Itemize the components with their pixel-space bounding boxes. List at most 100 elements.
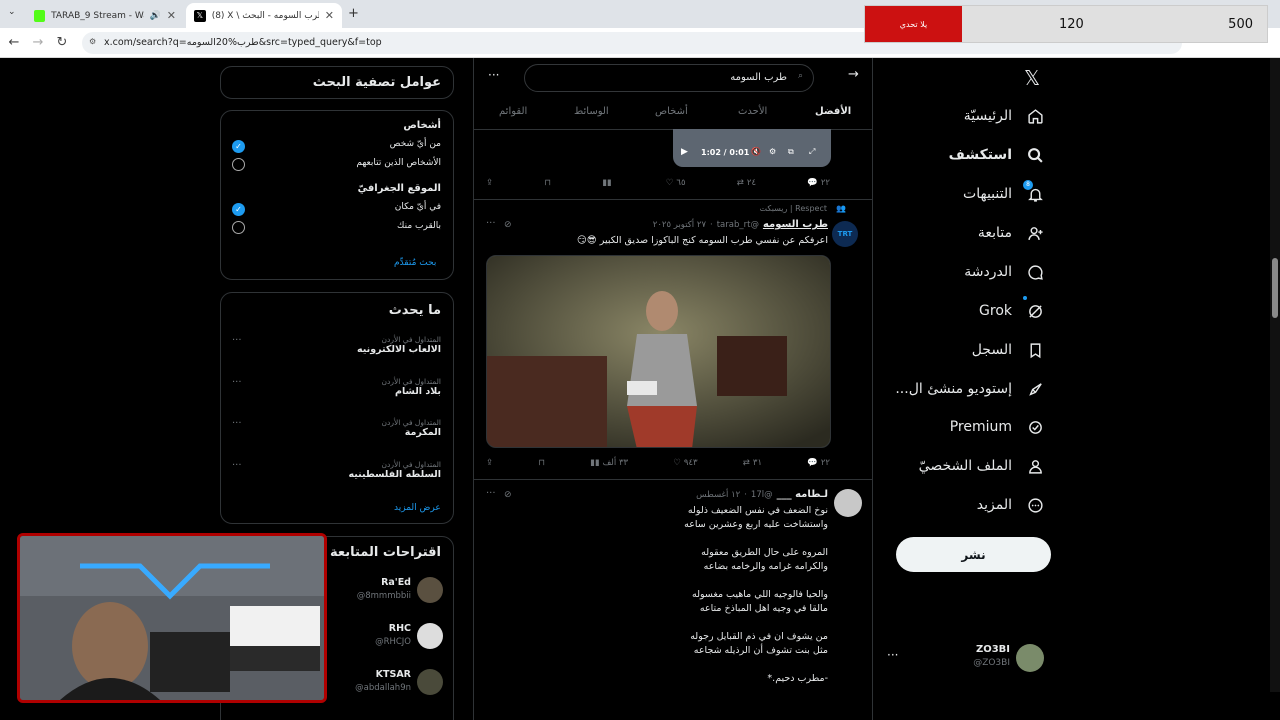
- tweet-image[interactable]: [486, 255, 831, 448]
- line: واستشاخت عليه اربع وعشرين ساعه: [684, 519, 828, 530]
- more-dots-icon[interactable]: ···: [486, 218, 496, 229]
- nav-bookmarks[interactable]: السجل: [972, 335, 1044, 365]
- more-options-icon[interactable]: ···: [488, 68, 499, 82]
- tweet-date: ١٢ أغسطس: [696, 489, 741, 500]
- advanced-search-link[interactable]: بحث مُتقدِّم: [394, 258, 436, 268]
- option-label[interactable]: الأشخاص الذين تتابعهم: [356, 158, 441, 168]
- more-dots-icon[interactable]: ···: [486, 488, 496, 499]
- radio-checked-icon[interactable]: ✓: [232, 203, 245, 216]
- nav-explore[interactable]: استكشف: [949, 140, 1044, 170]
- trend-item[interactable]: المتداول في الأردن الالعاب الالكترونيه: [357, 335, 441, 355]
- close-icon[interactable]: ✕: [325, 9, 334, 22]
- account-switcher[interactable]: ··· ZO3BI @ZO3BI: [884, 640, 1054, 676]
- more-dots-icon[interactable]: ···: [232, 335, 242, 346]
- tab-list-chevron-icon[interactable]: ⌄: [8, 7, 16, 17]
- nav-premium[interactable]: Premium: [950, 412, 1044, 442]
- tab-lists[interactable]: القوائم: [499, 106, 527, 117]
- back-icon[interactable]: ←: [6, 35, 22, 50]
- share-icon[interactable]: ⇪: [486, 178, 493, 188]
- line: مالقا في وجيه اهل المباذخ متاعه: [699, 603, 828, 614]
- tab-tarab-stream[interactable]: TARAB_9 Stream - Watch Li 🔊 ✕: [26, 3, 184, 28]
- grok-icon[interactable]: ⊘: [504, 220, 512, 230]
- tab-x-search[interactable]: 𝕏 (8) X \ طرب السومه - البحث ✕: [186, 3, 342, 28]
- option-label[interactable]: في أيّ مكان: [395, 202, 441, 212]
- rocket-icon: [1026, 380, 1044, 398]
- share-icon[interactable]: ⇪: [486, 458, 493, 468]
- nav-notifications[interactable]: 8 التنبيهات: [963, 179, 1044, 209]
- nav-grok[interactable]: Grok: [979, 296, 1044, 326]
- play-icon[interactable]: ▶: [681, 147, 688, 157]
- trend-item[interactable]: المتداول في الأردن المكرمة: [382, 418, 442, 438]
- fullscreen-icon[interactable]: ⤢: [809, 147, 815, 157]
- scrollbar-thumb[interactable]: [1272, 258, 1278, 318]
- post-button[interactable]: نشر: [896, 537, 1051, 572]
- people-heading: أشخاص: [403, 120, 441, 131]
- tab-top[interactable]: الأفضل: [815, 106, 851, 117]
- like-button[interactable]: ♡ ٩٤٣: [673, 458, 697, 468]
- grok-icon[interactable]: ⊘: [504, 490, 512, 500]
- line: من يشوف ان في ذم القبايل رجوله: [690, 631, 828, 642]
- radio-unchecked-icon[interactable]: [232, 221, 245, 234]
- retweet-count: ٢٤: [746, 178, 757, 188]
- tab-latest[interactable]: الأحدث: [738, 106, 767, 117]
- settings-icon[interactable]: ⚙: [769, 147, 776, 156]
- back-arrow-icon[interactable]: →: [848, 67, 859, 82]
- radio-unchecked-icon[interactable]: [232, 158, 245, 171]
- x-favicon-icon: 𝕏: [194, 9, 206, 22]
- search-input[interactable]: طرب السومه ⌕: [524, 64, 814, 92]
- views-button[interactable]: ▮▮: [602, 178, 614, 188]
- grok-icon: [1023, 296, 1044, 320]
- tweet[interactable]: Respect | ريسبكت 👥 TRT طرب السومه @tarab…: [474, 199, 872, 479]
- retweet-icon: ⇄: [742, 458, 750, 468]
- bookmark-icon[interactable]: ⊓: [544, 178, 551, 188]
- suggestion-name: KTSAR: [375, 669, 411, 680]
- avatar[interactable]: TRT: [832, 221, 858, 247]
- trend-name: السلطه الفلسطينيه: [348, 469, 441, 480]
- pip-icon[interactable]: ⧉: [788, 147, 794, 157]
- close-icon[interactable]: ✕: [167, 9, 176, 22]
- person-add-icon: [1026, 224, 1044, 242]
- more-dots-icon[interactable]: ···: [232, 377, 242, 388]
- retweet-button[interactable]: ⇄ ٢٤: [737, 178, 756, 188]
- like-button[interactable]: ♡ ٦٥: [666, 178, 686, 188]
- option-label[interactable]: بالقرب منك: [397, 221, 441, 231]
- more-dots-icon[interactable]: ···: [232, 418, 242, 429]
- reload-icon[interactable]: ↻: [54, 35, 70, 50]
- author-name[interactable]: لـطامه ___: [777, 489, 828, 500]
- trend-item[interactable]: المتداول في الأردن بلاد الشام: [382, 377, 442, 397]
- community-icon: 👥: [836, 204, 846, 213]
- more-dots-icon[interactable]: ···: [232, 460, 242, 471]
- tab-people[interactable]: أشخاص: [655, 106, 688, 117]
- nav-follow[interactable]: متابعة: [978, 218, 1044, 248]
- show-more-link[interactable]: عرض المزيد: [394, 503, 441, 513]
- option-label[interactable]: من أيّ شخص: [390, 139, 441, 149]
- nav-more[interactable]: المزيد: [977, 490, 1044, 520]
- tweet-date: ٢٧ أكتوبر ٢٠٢٥: [652, 219, 707, 230]
- retweet-button[interactable]: ⇄ ٣١: [743, 458, 762, 468]
- site-info-icon[interactable]: ⚙: [89, 37, 96, 46]
- trend-item[interactable]: المتداول في الأردن السلطه الفلسطينيه: [348, 460, 441, 480]
- tab-media[interactable]: الوسائط: [574, 106, 609, 117]
- new-tab-icon[interactable]: +: [348, 6, 359, 21]
- nav-creator-studio[interactable]: إستوديو منشئ ال...: [895, 374, 1044, 404]
- radio-checked-icon[interactable]: ✓: [232, 140, 245, 153]
- more-dots-icon[interactable]: ···: [887, 648, 898, 662]
- nav-profile[interactable]: الملف الشخصيّ: [919, 451, 1044, 481]
- reply-button[interactable]: 💬 ٢٢: [807, 178, 830, 188]
- page-scrollbar[interactable]: [1270, 58, 1280, 692]
- suggestion-name: RHC: [388, 623, 411, 634]
- line: والكرامه غرامه والرخامه بضاعه: [703, 561, 828, 572]
- x-logo-icon[interactable]: 𝕏: [1024, 66, 1040, 90]
- tweet[interactable]: لـطامه ___ @17l · ١٢ أغسطس ⊘ ··· نوخ الض…: [474, 479, 872, 720]
- nav-label: Grok: [979, 303, 1012, 319]
- video-player[interactable]: ▶ 1:02 / 0:01 🔇 ⚙ ⧉ ⤢: [673, 129, 831, 167]
- bookmark-icon[interactable]: ⊓: [538, 458, 545, 468]
- avatar[interactable]: [834, 489, 862, 517]
- views-button[interactable]: ▮▮ ٣٣ ألف: [590, 458, 628, 468]
- nav-home[interactable]: الرئيسيّة: [964, 101, 1044, 131]
- author-name[interactable]: طرب السومه: [763, 219, 828, 230]
- nav-chat[interactable]: الدردشة: [964, 257, 1044, 287]
- mute-icon[interactable]: 🔇: [751, 147, 761, 156]
- reply-button[interactable]: 💬 ٢٢: [807, 458, 830, 468]
- forward-icon[interactable]: →: [30, 35, 46, 50]
